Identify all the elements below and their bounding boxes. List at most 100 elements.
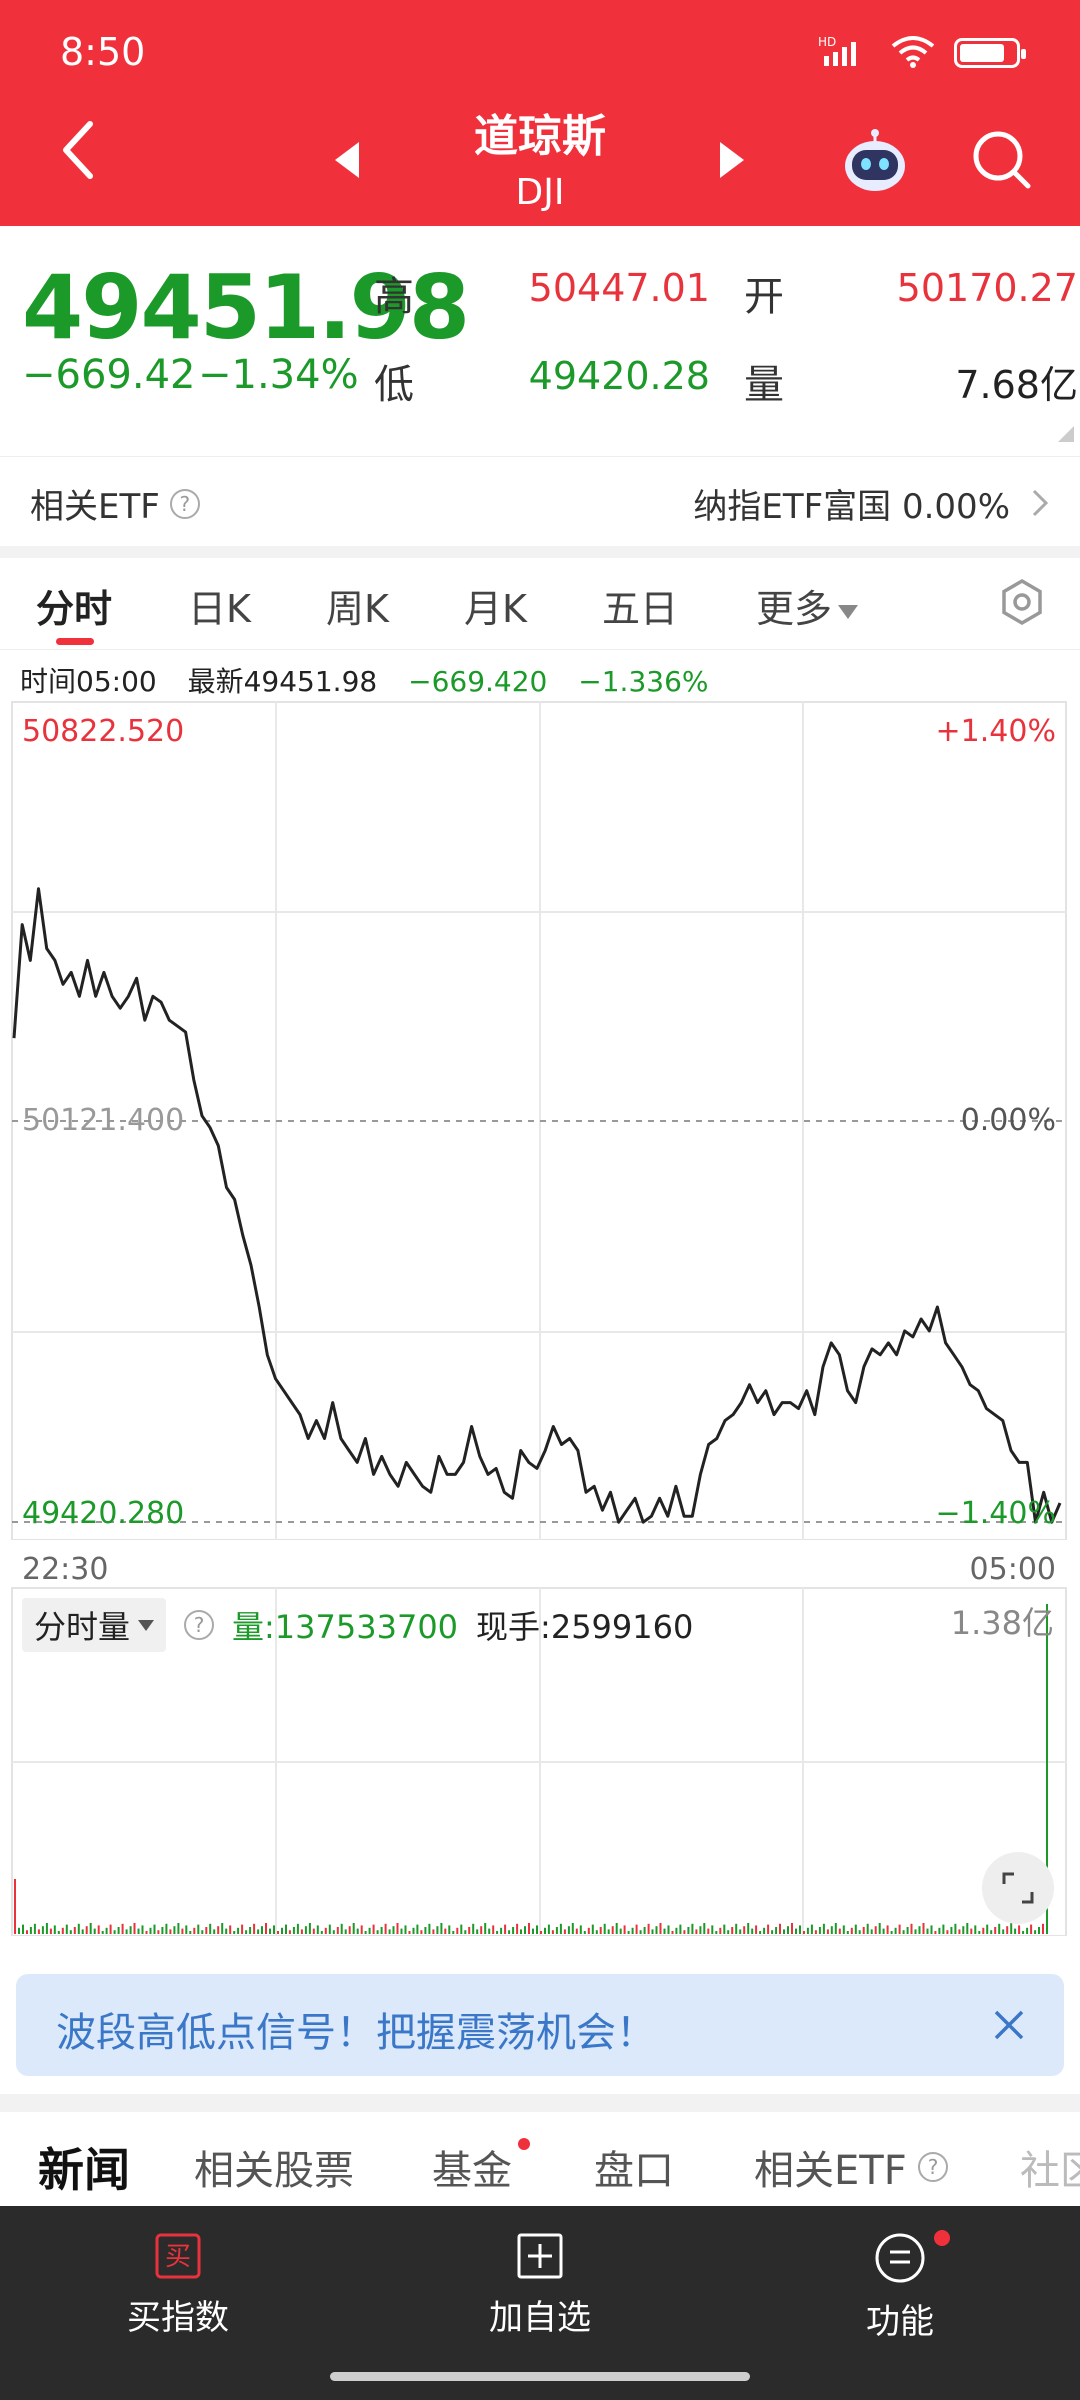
tab-intraday[interactable]: 分时 (36, 578, 112, 633)
help-icon[interactable]: ? (169, 488, 200, 519)
volume-bar (304, 1926, 307, 1934)
volume-bar (81, 1929, 84, 1934)
robot-assistant-icon[interactable] (840, 126, 910, 200)
volume-bar (181, 1928, 184, 1934)
fullscreen-button[interactable] (982, 1852, 1054, 1924)
volume-bar (878, 1923, 881, 1934)
volume-bar (504, 1924, 507, 1934)
volume-bar (906, 1927, 909, 1934)
buy-index-label: 买指数 (127, 2298, 229, 2338)
tab-related-stocks[interactable]: 相关股票 (194, 2138, 354, 2196)
volume-bar (18, 1927, 20, 1934)
volume-bar (117, 1927, 120, 1934)
search-icon[interactable] (970, 128, 1034, 196)
volume-bar (547, 1924, 550, 1934)
tab-five-day[interactable]: 五日 (602, 578, 678, 633)
svg-text:HD: HD (818, 35, 836, 49)
high-value: 50447.01 (528, 266, 710, 310)
help-icon[interactable]: ? (918, 2152, 948, 2182)
volume-bar (890, 1931, 893, 1934)
page-title: 道琼斯 (474, 111, 606, 162)
page-subtitle: DJI (515, 172, 565, 213)
volume-bar (595, 1930, 598, 1934)
volume-bar (551, 1930, 554, 1934)
tab-related-etf[interactable]: 相关ETF (754, 2138, 907, 2196)
help-icon[interactable]: ? (184, 1610, 215, 1640)
related-etf-name: 纳指ETF富国 (693, 487, 892, 527)
volume-bar (846, 1931, 849, 1934)
volume-bar (177, 1923, 180, 1934)
tab-daily-k[interactable]: 日K (188, 578, 251, 633)
volume-bar (1038, 1927, 1040, 1934)
signal-icon: HD (818, 34, 872, 72)
close-icon[interactable] (992, 2008, 1026, 2046)
volume-bar (1026, 1927, 1029, 1934)
volume-label: 量 (744, 362, 784, 408)
volume-bar (615, 1923, 618, 1934)
tab-funds[interactable]: 基金 (432, 2138, 512, 2196)
volume-bar (436, 1926, 439, 1934)
volume-bar (1010, 1923, 1013, 1934)
volume-bar (591, 1924, 594, 1934)
volume-bar (719, 1927, 722, 1934)
volume-bar (703, 1923, 706, 1934)
tab-monthly-k[interactable]: 月K (464, 578, 527, 633)
volume-bar (416, 1924, 419, 1934)
volume-bar (743, 1926, 746, 1934)
volume-bar (667, 1925, 670, 1934)
volume-bar (687, 1927, 690, 1934)
volume-bar (563, 1929, 566, 1934)
volume-bar (69, 1930, 72, 1934)
chart-settings-icon[interactable] (998, 578, 1046, 630)
expand-corner-icon[interactable] (1058, 426, 1074, 442)
info-latest: 最新49451.98 (187, 665, 378, 698)
volume-bar (476, 1929, 479, 1934)
home-indicator[interactable] (330, 2372, 750, 2381)
y-mid-percent: 0.00% (960, 1103, 1056, 1138)
volume-bar (288, 1930, 291, 1934)
volume-bar (269, 1928, 271, 1934)
add-watchlist-button[interactable]: 加自选 (440, 2232, 640, 2339)
volume-bar (201, 1930, 204, 1934)
funds-notification-dot (518, 2138, 530, 2150)
title-group: 道琼斯 DJI (0, 100, 1080, 213)
volume-bar (1002, 1929, 1005, 1934)
volume-indicator-label: 分时量 (34, 1608, 131, 1646)
volume-bar (37, 1929, 40, 1934)
volume-bar (966, 1923, 969, 1934)
volume-bar (121, 1923, 124, 1934)
tab-news[interactable]: 新闻 (38, 2134, 130, 2200)
volume-bar (360, 1925, 363, 1934)
tab-order-book[interactable]: 盘口 (594, 2138, 674, 2196)
volume-bar (245, 1930, 248, 1934)
volume-bar (133, 1923, 136, 1934)
volume-bar (986, 1924, 989, 1934)
functions-button[interactable]: 功能 (800, 2232, 1000, 2343)
tab-community[interactable]: 社区 (1020, 2138, 1080, 2196)
volume-bar (22, 1924, 24, 1934)
tab-weekly-k[interactable]: 周K (326, 578, 389, 633)
volume-bar (575, 1928, 578, 1934)
functions-notification-dot (934, 2230, 950, 2246)
volume-bar (862, 1927, 865, 1934)
x-end-time: 05:00 (969, 1552, 1056, 1587)
volume-bar (404, 1925, 407, 1934)
volume-bar (838, 1928, 841, 1934)
volume-bar (448, 1925, 451, 1934)
volume-bar (464, 1930, 467, 1934)
volume-bar (950, 1927, 953, 1934)
volume-bar (320, 1931, 323, 1934)
volume-bar (209, 1923, 212, 1934)
volume-indicator-select[interactable]: 分时量 (22, 1598, 167, 1652)
volume-bar (420, 1930, 423, 1934)
volume-bar (818, 1927, 821, 1934)
volume-bar (1006, 1926, 1009, 1934)
promo-banner[interactable]: 波段高低点信号！把握震荡机会！ (16, 1974, 1064, 2076)
tab-more[interactable]: 更多 (756, 578, 859, 633)
volume-bar (205, 1927, 208, 1934)
volume-bar (53, 1925, 56, 1934)
related-etf-row[interactable]: 相关ETF ? 纳指ETF富国 0.00% (0, 456, 1080, 546)
next-index-button[interactable] (720, 142, 744, 178)
buy-index-button[interactable]: 买 买指数 (78, 2232, 278, 2339)
low-label: 低 (374, 362, 414, 408)
